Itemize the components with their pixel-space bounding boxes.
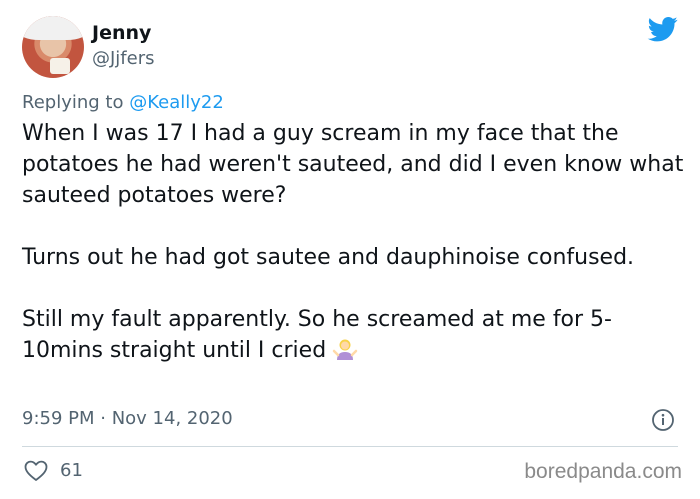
tweet-paragraph-2: Turns out he had got sautee and dauphino… [22,245,635,270]
woman-shrugging-emoji-icon [332,339,358,360]
avatar-cup [50,58,70,74]
author-name[interactable]: Jenny [92,22,151,44]
reply-context: Replying to @Keally22 [22,92,224,113]
tweet-paragraph-3-text: Still my fault apparently. So he screame… [22,307,612,363]
twitter-bird-icon[interactable] [645,14,681,44]
heart-icon[interactable] [24,460,48,482]
tweet-paragraph-1: When I was 17 I had a guy scream in my f… [22,121,684,208]
reply-prefix: Replying to [22,92,124,113]
author-handle[interactable]: @Jjfers [92,48,155,69]
tweet-paragraph-3: Still my fault apparently. So he screame… [22,304,687,366]
tweet-timestamp[interactable]: 9:59 PM · Nov 14, 2020 [22,408,233,429]
watermark: boredpanda.com [524,460,682,483]
avatar-hat [22,16,84,40]
divider [22,446,678,447]
reply-mention-link[interactable]: @Keally22 [129,92,224,113]
info-icon[interactable] [651,408,675,432]
like-count: 61 [60,460,83,481]
tweet-text: When I was 17 I had a guy scream in my f… [22,118,687,366]
avatar[interactable] [22,16,84,78]
